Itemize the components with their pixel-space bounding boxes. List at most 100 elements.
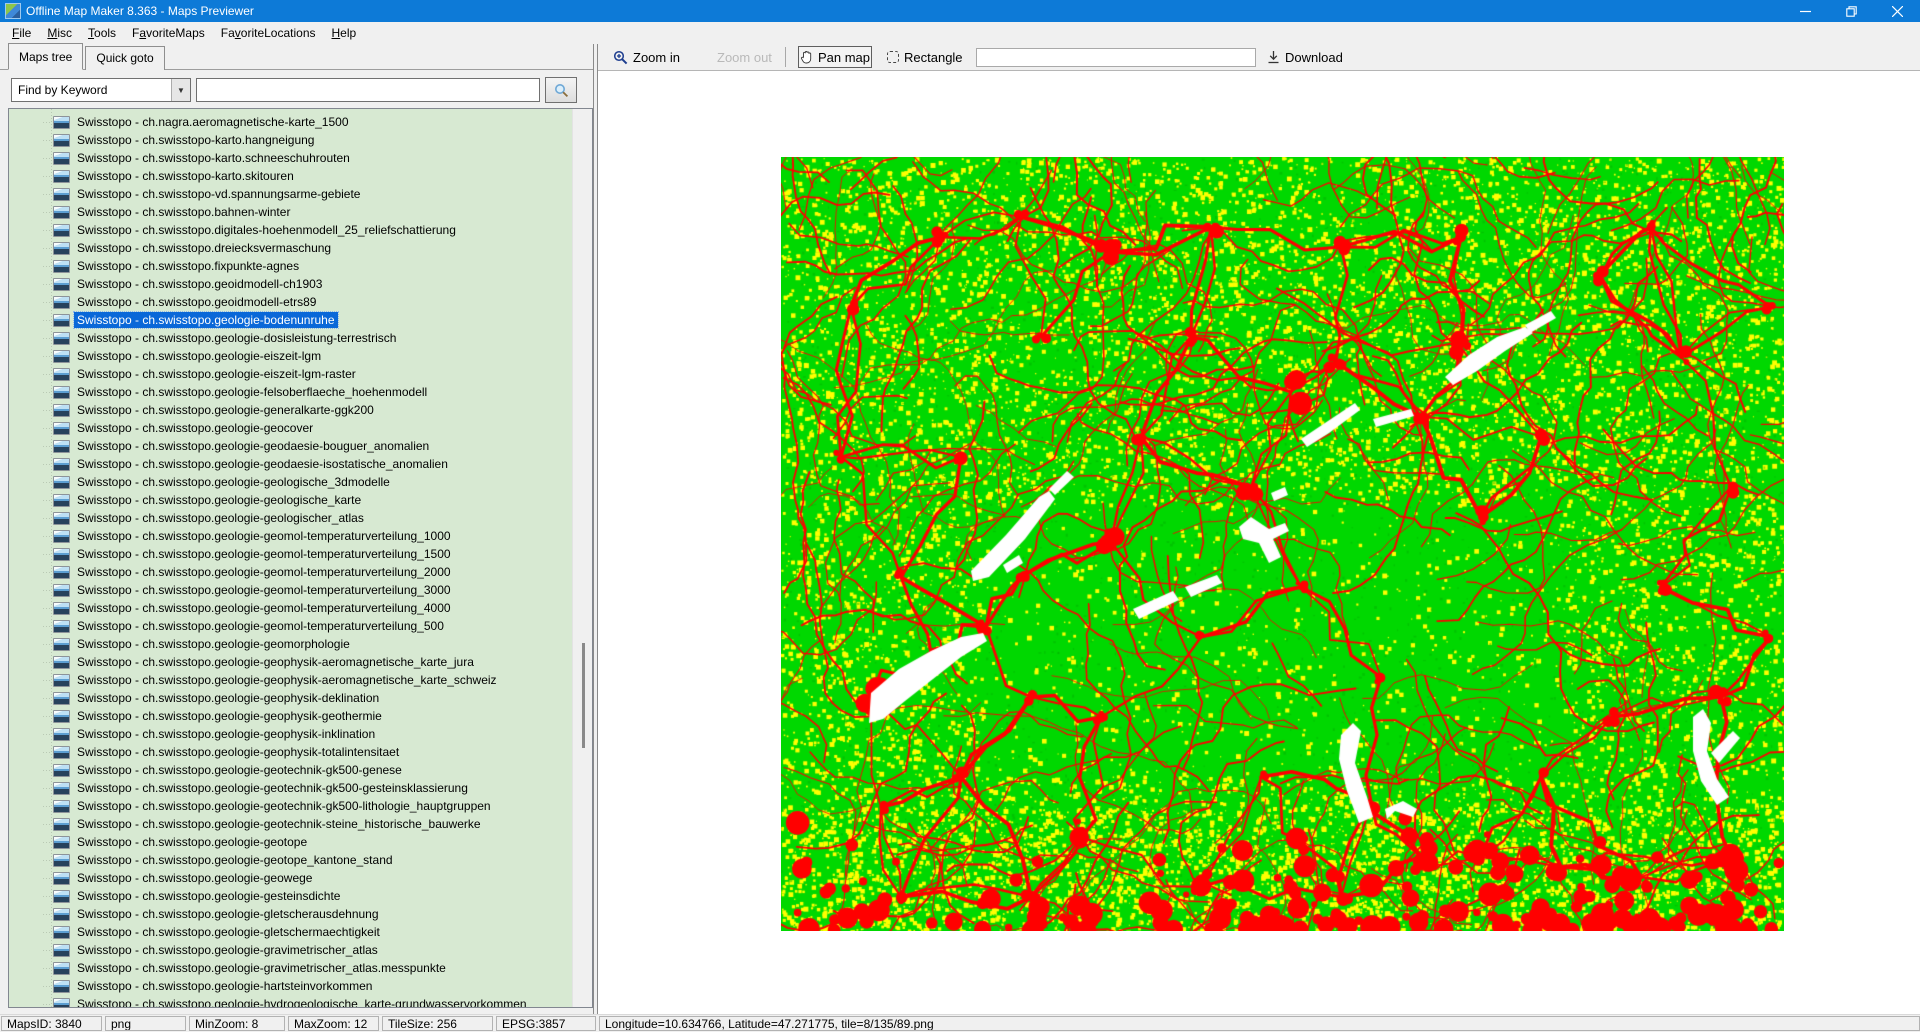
tree-item[interactable]: Swisstopo - ch.swisstopo.geologie-geomol… — [9, 617, 573, 635]
tree-item[interactable]: Swisstopo - ch.swisstopo.geologie-geotec… — [9, 761, 573, 779]
menu-item[interactable]: Help — [324, 23, 365, 43]
maps-tree: Swisstopo - ch.nagra.aeromagnetische-kar… — [8, 108, 593, 1008]
tree-item[interactable]: Swisstopo - ch.swisstopo.geologie-gestei… — [9, 887, 573, 905]
map-viewport — [598, 71, 1920, 1014]
tree-item[interactable]: Swisstopo - ch.swisstopo.geologie-gravim… — [9, 941, 573, 959]
tree-item[interactable]: Swisstopo - ch.swisstopo.geologie-geophy… — [9, 743, 573, 761]
tree-item[interactable]: Swisstopo - ch.swisstopo.geologie-geoweg… — [9, 869, 573, 887]
tree-item-label: Swisstopo - ch.swisstopo-karto.hangneigu… — [74, 132, 317, 148]
tree-item[interactable]: Swisstopo - ch.swisstopo.geologie-gletsc… — [9, 905, 573, 923]
tree-item[interactable]: Swisstopo - ch.swisstopo-karto.hangneigu… — [9, 131, 573, 149]
tree-item-label: Swisstopo - ch.swisstopo.geoidmodell-etr… — [74, 294, 319, 310]
tree-item-label: Swisstopo - ch.swisstopo.geologie-geomor… — [74, 636, 353, 652]
tree-item[interactable]: Swisstopo - ch.swisstopo.geoidmodell-etr… — [9, 293, 573, 311]
tree-connector — [43, 302, 52, 303]
tree-item-label: Swisstopo - ch.swisstopo.geologie-geomol… — [74, 546, 454, 562]
map-thumbnail-icon — [53, 584, 70, 597]
menu-item[interactable]: Tools — [80, 23, 124, 43]
tree-connector — [43, 194, 52, 195]
tree-item[interactable]: Swisstopo - ch.swisstopo.geologie-eiszei… — [9, 347, 573, 365]
tree-item[interactable]: Swisstopo - ch.swisstopo.geologie-hydrog… — [9, 995, 573, 1007]
tree-connector — [43, 824, 52, 825]
tab[interactable]: Quick goto — [85, 46, 164, 70]
menu-item[interactable]: Misc — [39, 23, 80, 43]
zoom-out-button[interactable]: Zoom out — [717, 44, 772, 70]
tree-item[interactable]: Swisstopo - ch.swisstopo.geologie-geolog… — [9, 509, 573, 527]
tree-item[interactable]: Swisstopo - ch.swisstopo.geologie-geolog… — [9, 473, 573, 491]
tree-item[interactable]: Swisstopo - ch.swisstopo.geologie-geomol… — [9, 563, 573, 581]
tree-item[interactable]: Swisstopo - ch.swisstopo.geologie-geophy… — [9, 689, 573, 707]
restore-icon — [1846, 6, 1857, 17]
tree-item[interactable]: Swisstopo - ch.swisstopo.geologie-gravim… — [9, 959, 573, 977]
map-thumbnail-icon — [53, 638, 70, 651]
tab[interactable]: Maps tree — [8, 43, 83, 70]
tree-item[interactable]: Swisstopo - ch.swisstopo.geoidmodell-ch1… — [9, 275, 573, 293]
tree-item[interactable]: Swisstopo - ch.swisstopo.geologie-geophy… — [9, 653, 573, 671]
search-input[interactable] — [196, 78, 540, 102]
tree-item[interactable]: Swisstopo - ch.swisstopo.geologie-geomor… — [9, 635, 573, 653]
tree-item[interactable]: Swisstopo - ch.swisstopo.geologie-geophy… — [9, 707, 573, 725]
tree-connector — [43, 1004, 52, 1005]
tree-item[interactable]: Swisstopo - ch.swisstopo.geologie-felsob… — [9, 383, 573, 401]
zoom-in-button[interactable]: Zoom in — [613, 44, 680, 70]
minimize-button[interactable] — [1782, 0, 1828, 22]
tree-item[interactable]: Swisstopo - ch.swisstopo.geologie-geolog… — [9, 491, 573, 509]
map-thumbnail-icon — [53, 116, 70, 129]
tree-item[interactable]: Swisstopo - ch.swisstopo.geologie-eiszei… — [9, 365, 573, 383]
tree-item[interactable]: Swisstopo - ch.swisstopo.bahnen-winter — [9, 203, 573, 221]
tree-item[interactable]: Swisstopo - ch.swisstopo.geologie-geomol… — [9, 581, 573, 599]
close-button[interactable] — [1874, 0, 1920, 22]
menu-item[interactable]: File — [4, 23, 39, 43]
tree-item[interactable]: Swisstopo - ch.nagra.aeromagnetische-kar… — [9, 113, 573, 131]
tree-item[interactable]: Swisstopo - ch.swisstopo.geologie-geophy… — [9, 671, 573, 689]
map-thumbnail-icon — [53, 422, 70, 435]
tree-item-label: Swisstopo - ch.swisstopo.geologie-geophy… — [74, 672, 500, 688]
map-thumbnail-icon — [53, 872, 70, 885]
map-thumbnail-icon — [53, 926, 70, 939]
tree-item-label: Swisstopo - ch.swisstopo.geologie-geodae… — [74, 456, 451, 472]
tree-item[interactable]: Swisstopo - ch.swisstopo.geologie-geophy… — [9, 725, 573, 743]
map-preview-tile[interactable] — [781, 157, 1784, 931]
menu-item[interactable]: FavoriteLocations — [213, 23, 324, 43]
tree-item[interactable]: Swisstopo - ch.swisstopo.geologie-geotop… — [9, 833, 573, 851]
map-thumbnail-icon — [53, 998, 70, 1008]
search-button[interactable] — [545, 77, 577, 103]
tree-item[interactable]: Swisstopo - ch.swisstopo.digitales-hoehe… — [9, 221, 573, 239]
tree-item[interactable]: Swisstopo - ch.swisstopo.geologie-gletsc… — [9, 923, 573, 941]
tree-item[interactable]: Swisstopo - ch.swisstopo.geologie-geotec… — [9, 779, 573, 797]
tree-item-label: Swisstopo - ch.swisstopo.geologie-eiszei… — [74, 366, 359, 382]
rectangle-select-button[interactable]: Rectangle — [887, 44, 963, 70]
map-thumbnail-icon — [53, 512, 70, 525]
tree-item[interactable]: Swisstopo - ch.swisstopo.geologie-geotec… — [9, 815, 573, 833]
tree-item[interactable]: Swisstopo - ch.swisstopo.geologie-hartst… — [9, 977, 573, 995]
tree-item[interactable]: Swisstopo - ch.swisstopo.geologie-geodae… — [9, 437, 573, 455]
tree-item[interactable]: Swisstopo - ch.swisstopo.geologie-geotec… — [9, 797, 573, 815]
tree-item-label: Swisstopo - ch.swisstopo.geologie-geophy… — [74, 708, 385, 724]
tree-scrollbar-thumb[interactable] — [582, 643, 585, 748]
tree-connector — [43, 986, 52, 987]
tree-item[interactable]: Swisstopo - ch.swisstopo.geologie-geotop… — [9, 851, 573, 869]
tree-item[interactable]: Swisstopo - ch.swisstopo.geologie-genera… — [9, 401, 573, 419]
tree-item-label: Swisstopo - ch.swisstopo.geologie-bodenu… — [74, 312, 338, 328]
menu-item[interactable]: FavoriteMaps — [124, 23, 213, 43]
tree-item[interactable]: Swisstopo - ch.swisstopo.fixpunkte-agnes — [9, 257, 573, 275]
tree-item-label: Swisstopo - ch.swisstopo.geologie-geotec… — [74, 762, 405, 778]
tree-item[interactable]: Swisstopo - ch.swisstopo.geologie-dosisl… — [9, 329, 573, 347]
tree-item[interactable]: Swisstopo - ch.swisstopo-karto.skitouren — [9, 167, 573, 185]
tree-item[interactable]: Swisstopo - ch.swisstopo.geologie-geodae… — [9, 455, 573, 473]
toolbar-text-field[interactable] — [976, 48, 1256, 67]
tree-item[interactable]: Swisstopo - ch.swisstopo-vd.spannungsarm… — [9, 185, 573, 203]
download-button[interactable]: Download — [1267, 44, 1343, 70]
tree-item[interactable]: Swisstopo - ch.swisstopo.geologie-geocov… — [9, 419, 573, 437]
tree-scrollbar[interactable] — [572, 109, 592, 1007]
tree-item[interactable]: Swisstopo - ch.swisstopo.geologie-geomol… — [9, 545, 573, 563]
restore-button[interactable] — [1828, 0, 1874, 22]
tree-item[interactable]: Swisstopo - ch.swisstopo.geologie-bodenu… — [9, 311, 573, 329]
tree-item[interactable]: Swisstopo - ch.swisstopo.geologie-geomol… — [9, 599, 573, 617]
pan-map-button[interactable]: Pan map — [798, 46, 872, 68]
tree-item[interactable]: Swisstopo - ch.swisstopo.geologie-geomol… — [9, 527, 573, 545]
tree-item[interactable]: Swisstopo - ch.swisstopo.dreiecksvermasc… — [9, 239, 573, 257]
tree-item[interactable]: Swisstopo - ch.swisstopo-karto.schneesch… — [9, 149, 573, 167]
find-mode-dropdown[interactable]: Find by Keyword ▼ — [11, 78, 191, 102]
search-magnifier-icon — [554, 83, 569, 98]
